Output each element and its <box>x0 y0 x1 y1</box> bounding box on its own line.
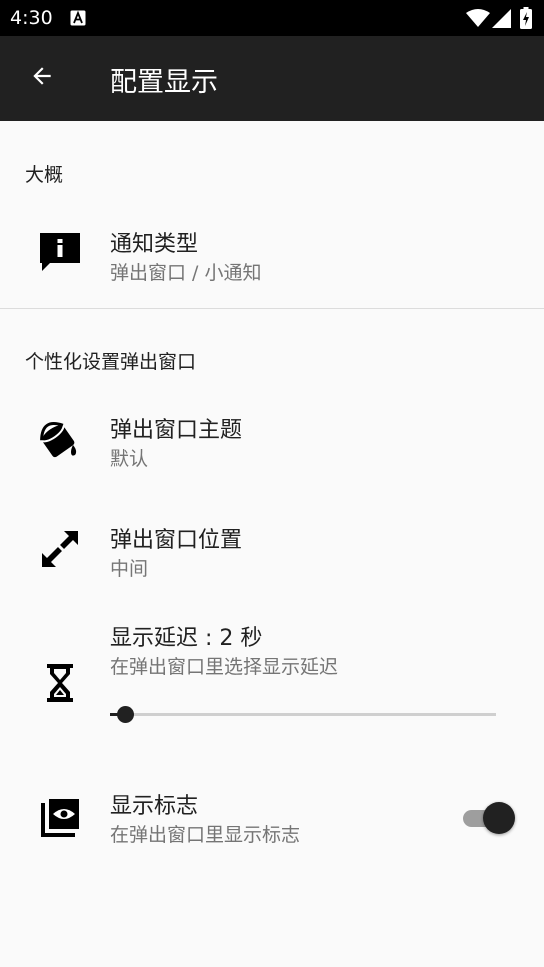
notification-type-summary: 弹出窗口 / 小通知 <box>110 262 262 284</box>
slider-thumb[interactable] <box>116 705 134 723</box>
show-logo-switch[interactable] <box>463 801 515 835</box>
show-logo-title: 显示标志 <box>110 794 199 819</box>
popup-theme-preference[interactable]: 弹出窗口主题 默认 <box>0 392 544 492</box>
popup-position-summary: 中间 <box>110 558 149 580</box>
expand-diagonal-icon <box>40 529 80 569</box>
hourglass-icon <box>40 663 80 703</box>
page-title: 配置显示 <box>110 67 218 98</box>
section-header-popup: 个性化设置弹出窗口 <box>25 351 197 373</box>
notification-type-preference[interactable]: 通知类型 弹出窗口 / 小通知 <box>0 205 544 305</box>
arrow-back-icon <box>29 63 55 93</box>
section-divider <box>0 308 544 309</box>
status-bar: 4:30 <box>0 0 544 36</box>
text-notification-icon <box>70 10 86 30</box>
app-bar: 配置显示 <box>0 36 544 121</box>
back-button[interactable] <box>22 58 62 98</box>
signal-icon <box>492 9 512 32</box>
paint-bucket-icon <box>40 419 80 459</box>
wifi-icon <box>466 9 490 31</box>
display-delay-title: 显示延迟 : 2 秒 <box>110 626 263 651</box>
status-time: 4:30 <box>10 7 53 29</box>
feedback-info-icon <box>40 232 80 272</box>
battery-charging-icon <box>520 7 532 33</box>
display-delay-preference[interactable]: 显示延迟 : 2 秒 在弹出窗口里选择显示延迟 <box>0 610 544 750</box>
show-logo-summary: 在弹出窗口里显示标志 <box>110 824 301 846</box>
popup-position-preference[interactable]: 弹出窗口位置 中间 <box>0 502 544 602</box>
section-header-general: 大概 <box>25 164 64 186</box>
switch-knob <box>483 802 515 834</box>
popup-theme-title: 弹出窗口主题 <box>110 418 243 443</box>
display-delay-summary: 在弹出窗口里选择显示延迟 <box>110 656 339 678</box>
display-delay-slider[interactable] <box>110 705 496 723</box>
popup-position-title: 弹出窗口位置 <box>110 528 243 553</box>
notification-type-title: 通知类型 <box>110 232 199 257</box>
eye-image-icon <box>40 798 80 838</box>
popup-theme-summary: 默认 <box>110 448 149 470</box>
